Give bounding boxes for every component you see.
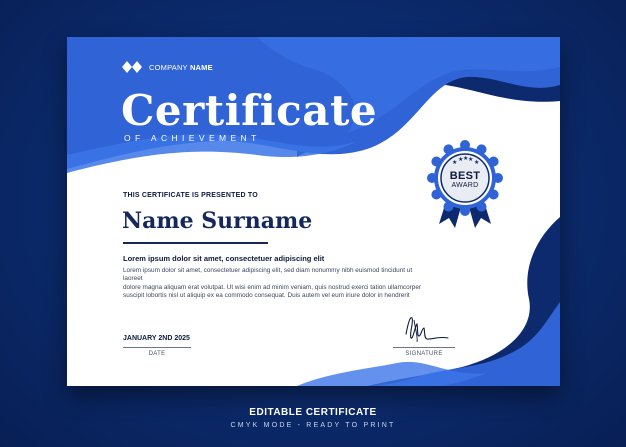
body-line: suscipit lobortis nisl ut aliquip ex ea … (123, 291, 410, 299)
date-label: DATE (148, 351, 166, 357)
company-name-bold: NAME (189, 62, 213, 72)
certificate-subtitle: OF ACHIEVEMENT (124, 133, 261, 143)
footer-subtitle: CMYK MODE - READY TO PRINT (230, 422, 396, 429)
svg-text:★: ★ (474, 159, 479, 166)
badge-award-text: AWARD (451, 182, 479, 189)
company-logo: COMPANY NAME (122, 60, 213, 74)
name-underline (123, 242, 268, 244)
date-line (123, 347, 191, 348)
diamond-logo-icon (122, 61, 142, 73)
recipient-name: Name Surname (122, 208, 313, 234)
footer-title: EDITABLE CERTIFICATE (249, 407, 377, 418)
lead-text: Lorem ipsum dolor sit amet, consectetuer… (123, 254, 325, 263)
date-value: JANUARY 2ND 2025 (123, 335, 190, 342)
signature-icon (405, 317, 449, 343)
body-line: Lorem ipsum dolor sit amet, consectetuer… (123, 267, 413, 283)
badge-label: BEST AWARD (447, 171, 483, 190)
company-name-prefix: COMPANY (149, 62, 188, 72)
presented-to-label: THIS CERTIFICATE IS PRESENTED TO (123, 192, 258, 199)
badge-best-text: BEST (449, 170, 481, 182)
body-line: dolore magna aliquam erat volutpat. Ut w… (123, 283, 422, 291)
body-text: Lorem ipsum dolor sit amet, consectetuer… (123, 267, 433, 300)
svg-text:★: ★ (452, 159, 457, 166)
company-name: COMPANY NAME (149, 63, 213, 72)
signature-label: SIGNATURE (405, 351, 443, 357)
svg-text:★: ★ (468, 156, 473, 163)
signature-line (393, 347, 455, 348)
certificate-card: COMPANY NAME Certificate OF ACHIEVEMENT … (67, 37, 560, 386)
certificate-title: Certificate (121, 86, 378, 135)
